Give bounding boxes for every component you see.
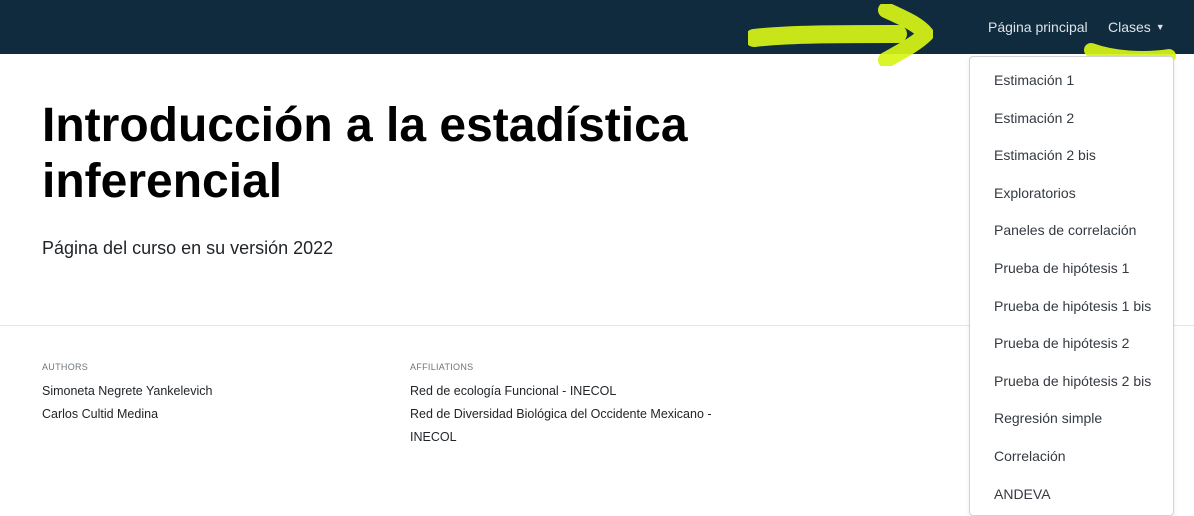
affiliations-list: Red de ecología Funcional - INECOL Red d… — [410, 380, 750, 449]
dropdown-item-regresion-simple[interactable]: Regresión simple — [970, 400, 1173, 438]
top-navbar: Página principal Clases ▼ — [0, 0, 1194, 54]
nav-clases-menu[interactable]: Clases ▼ — [1108, 19, 1165, 35]
authors-heading: AUTHORS — [42, 362, 89, 372]
author-item: Simoneta Negrete Yankelevich — [42, 384, 213, 398]
dropdown-item-paneles-correlacion[interactable]: Paneles de correlación — [970, 212, 1173, 250]
dropdown-item-estimacion-2-bis[interactable]: Estimación 2 bis — [970, 137, 1173, 175]
page-title: Introducción a la estadística inferencia… — [42, 99, 688, 208]
authors-list: Simoneta Negrete Yankelevich Carlos Cult… — [42, 380, 212, 426]
dropdown-item-exploratorios[interactable]: Exploratorios — [970, 175, 1173, 213]
affiliation-item: Red de ecología Funcional - INECOL — [410, 384, 617, 398]
dropdown-item-correlacion[interactable]: Correlación — [970, 438, 1173, 476]
dropdown-item-estimacion-1[interactable]: Estimación 1 — [970, 62, 1173, 100]
nav-clases-label: Clases — [1108, 19, 1151, 35]
dropdown-item-prueba-hipotesis-1-bis[interactable]: Prueba de hipótesis 1 bis — [970, 288, 1173, 326]
affiliations-heading: AFFILIATIONS — [410, 362, 474, 372]
dropdown-list: Estimación 1 Estimación 2 Estimación 2 b… — [970, 57, 1173, 513]
dropdown-item-prueba-hipotesis-2-bis[interactable]: Prueba de hipótesis 2 bis — [970, 363, 1173, 401]
caret-down-icon: ▼ — [1155, 22, 1165, 32]
author-item: Carlos Cultid Medina — [42, 407, 159, 421]
dropdown-item-prueba-hipotesis-2[interactable]: Prueba de hipótesis 2 — [970, 325, 1173, 363]
affiliation-item: Red de Diversidad Biológica del Occident… — [410, 407, 712, 444]
dropdown-item-estimacion-2[interactable]: Estimación 2 — [970, 100, 1173, 138]
clases-dropdown-menu: Estimación 1 Estimación 2 Estimación 2 b… — [969, 56, 1174, 516]
dropdown-item-andeva[interactable]: ANDEVA — [970, 476, 1173, 514]
page-subtitle: Página del curso en su versión 2022 — [42, 238, 334, 258]
nav-home-link[interactable]: Página principal — [988, 19, 1088, 35]
dropdown-item-prueba-hipotesis-1[interactable]: Prueba de hipótesis 1 — [970, 250, 1173, 288]
